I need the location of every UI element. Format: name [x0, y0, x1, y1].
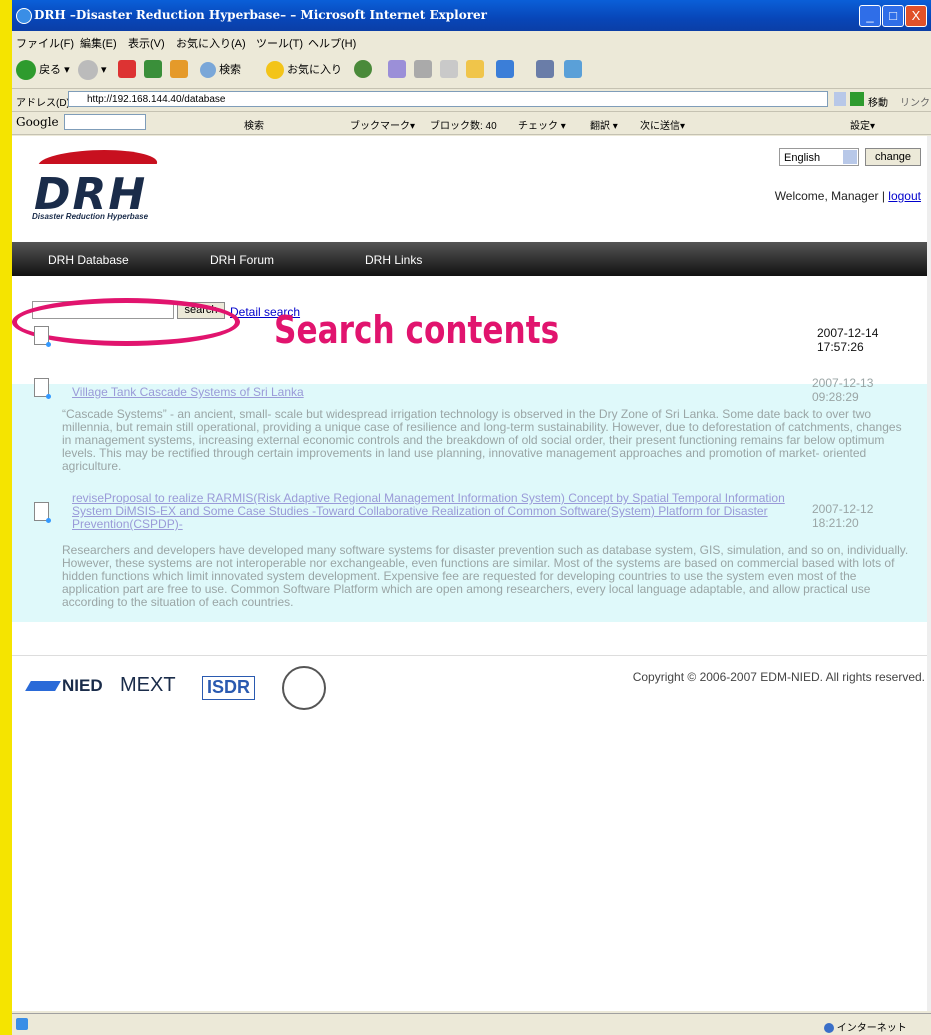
- favorites-button[interactable]: お気に入り: [266, 58, 342, 82]
- logout-link[interactable]: logout: [888, 189, 921, 203]
- google-search-input[interactable]: [64, 114, 146, 130]
- star-icon: [266, 61, 284, 80]
- toolbar: 戻る ▾ ▾ 検索 お気に入り: [12, 52, 931, 89]
- back-arrow-icon: [16, 60, 36, 81]
- browser-window: DRH –Disaster Reduction Hyperbase– – Mic…: [12, 0, 931, 1035]
- menu-edit[interactable]: 編集(E): [80, 35, 117, 51]
- globe-icon: [824, 1023, 834, 1034]
- send-to-button[interactable]: 次に送信▾: [640, 117, 685, 132]
- google-logo: Google: [16, 115, 59, 129]
- entry-title-link[interactable]: Village Tank Cascade Systems of Sri Lank…: [72, 386, 772, 399]
- site-logo-subtitle: Disaster Reduction Hyperbase: [32, 212, 149, 221]
- entry-title-link[interactable]: reviseProposal to realize RARMIS(Risk Ad…: [72, 492, 787, 531]
- menu-bar: ファイル(F) 編集(E) 表示(V) お気に入り(A) ツール(T) ヘルプ(…: [12, 31, 931, 52]
- folder-icon[interactable]: [466, 60, 484, 78]
- address-bar: アドレス(D) http://192.168.144.40/database 移…: [12, 89, 931, 112]
- mail-icon[interactable]: [388, 60, 406, 78]
- minimize-button[interactable]: _: [859, 5, 881, 27]
- footer-divider: [12, 655, 931, 656]
- spellcheck-button[interactable]: チェック ▾: [518, 117, 566, 132]
- nied-logo[interactable]: NIED: [25, 676, 103, 726]
- entry-description: “Cascade Systems” - an ancient, small- s…: [62, 407, 902, 473]
- logo-swoosh-icon: [38, 150, 164, 164]
- entry-description: Researchers and developers have develope…: [62, 543, 909, 609]
- home-icon[interactable]: [170, 60, 188, 78]
- menu-tools[interactable]: ツール(T): [256, 35, 303, 51]
- address-dropdown-icon[interactable]: [834, 92, 846, 106]
- edit-icon[interactable]: [440, 60, 458, 78]
- messenger-people-icon[interactable]: [564, 60, 582, 78]
- messenger-icon[interactable]: [496, 60, 514, 78]
- translate-button[interactable]: 翻訳 ▾: [590, 117, 618, 132]
- language-select[interactable]: English: [779, 148, 859, 166]
- main-nav: DRH Database DRH Forum DRH Links: [12, 242, 931, 276]
- mext-logo[interactable]: MEXT: [120, 674, 176, 724]
- menu-help[interactable]: ヘルプ(H): [308, 35, 356, 51]
- nied-stripes-icon: [25, 681, 61, 691]
- entry-datetime: 2007-12-14 17:57:26: [817, 326, 879, 354]
- history-icon[interactable]: [354, 60, 372, 78]
- research-icon[interactable]: [536, 60, 554, 78]
- nav-drh-database[interactable]: DRH Database: [48, 253, 129, 267]
- title-bar: DRH –Disaster Reduction Hyperbase– – Mic…: [12, 0, 931, 31]
- back-button[interactable]: 戻る ▾: [16, 58, 70, 82]
- bookmarks-button[interactable]: ブックマーク▾: [350, 117, 415, 132]
- window-title: DRH –Disaster Reduction Hyperbase– – Mic…: [34, 8, 487, 22]
- change-language-button[interactable]: change: [865, 148, 921, 166]
- menu-view[interactable]: 表示(V): [128, 35, 165, 51]
- settings-button[interactable]: 設定▾: [850, 117, 875, 132]
- magnifier-icon: [200, 62, 216, 79]
- forward-arrow-icon: [78, 60, 98, 81]
- site-header: DRH Disaster Reduction Hyperbase English…: [12, 136, 931, 242]
- google-toolbar: Google 検索 ブックマーク▾ ブロック数: 40 チェック ▾ 翻訳 ▾ …: [12, 112, 931, 135]
- address-input[interactable]: http://192.168.144.40/database: [68, 91, 828, 107]
- document-icon[interactable]: [34, 502, 51, 523]
- menu-file[interactable]: ファイル(F): [16, 35, 74, 51]
- status-bar: インターネット: [12, 1013, 931, 1035]
- isdr-logo[interactable]: ISDR: [202, 676, 256, 700]
- address-label: アドレス(D): [16, 98, 70, 109]
- nav-drh-links[interactable]: DRH Links: [365, 253, 422, 267]
- chevron-down-icon: [843, 150, 857, 164]
- university-seal-icon[interactable]: [282, 666, 326, 710]
- ie-icon: [16, 8, 32, 24]
- maximize-button[interactable]: □: [882, 5, 904, 27]
- security-zone: インターネット: [824, 1019, 907, 1034]
- nav-drh-forum[interactable]: DRH Forum: [210, 253, 274, 267]
- callout-text: Search contents: [274, 308, 560, 352]
- forward-button[interactable]: ▾: [78, 58, 107, 82]
- refresh-icon[interactable]: [144, 60, 162, 78]
- stop-icon[interactable]: [118, 60, 136, 78]
- close-button[interactable]: X: [905, 5, 927, 27]
- menu-favorites[interactable]: お気に入り(A): [176, 35, 246, 51]
- google-search-button[interactable]: 検索: [244, 117, 264, 132]
- page-status-icon: [16, 1018, 28, 1030]
- welcome-message: Welcome, Manager | logout: [774, 189, 921, 203]
- entry-datetime: 2007-12-13 09:28:29: [812, 376, 874, 404]
- go-button[interactable]: 移動: [868, 94, 888, 109]
- page-content: DRH Disaster Reduction Hyperbase English…: [12, 136, 931, 1011]
- links-label[interactable]: リンク: [900, 94, 930, 109]
- entry-datetime: 2007-12-12 18:21:20: [812, 502, 874, 530]
- go-arrow-icon[interactable]: [850, 92, 864, 106]
- vertical-scrollbar[interactable]: [927, 136, 931, 1011]
- copyright-text: Copyright © 2006-2007 EDM-NIED. All righ…: [632, 670, 925, 684]
- search-toolbar-button[interactable]: 検索: [200, 58, 241, 82]
- print-icon[interactable]: [414, 60, 432, 78]
- popup-blocker[interactable]: ブロック数: 40: [430, 117, 497, 132]
- document-icon[interactable]: [34, 326, 51, 347]
- document-icon[interactable]: [34, 378, 51, 399]
